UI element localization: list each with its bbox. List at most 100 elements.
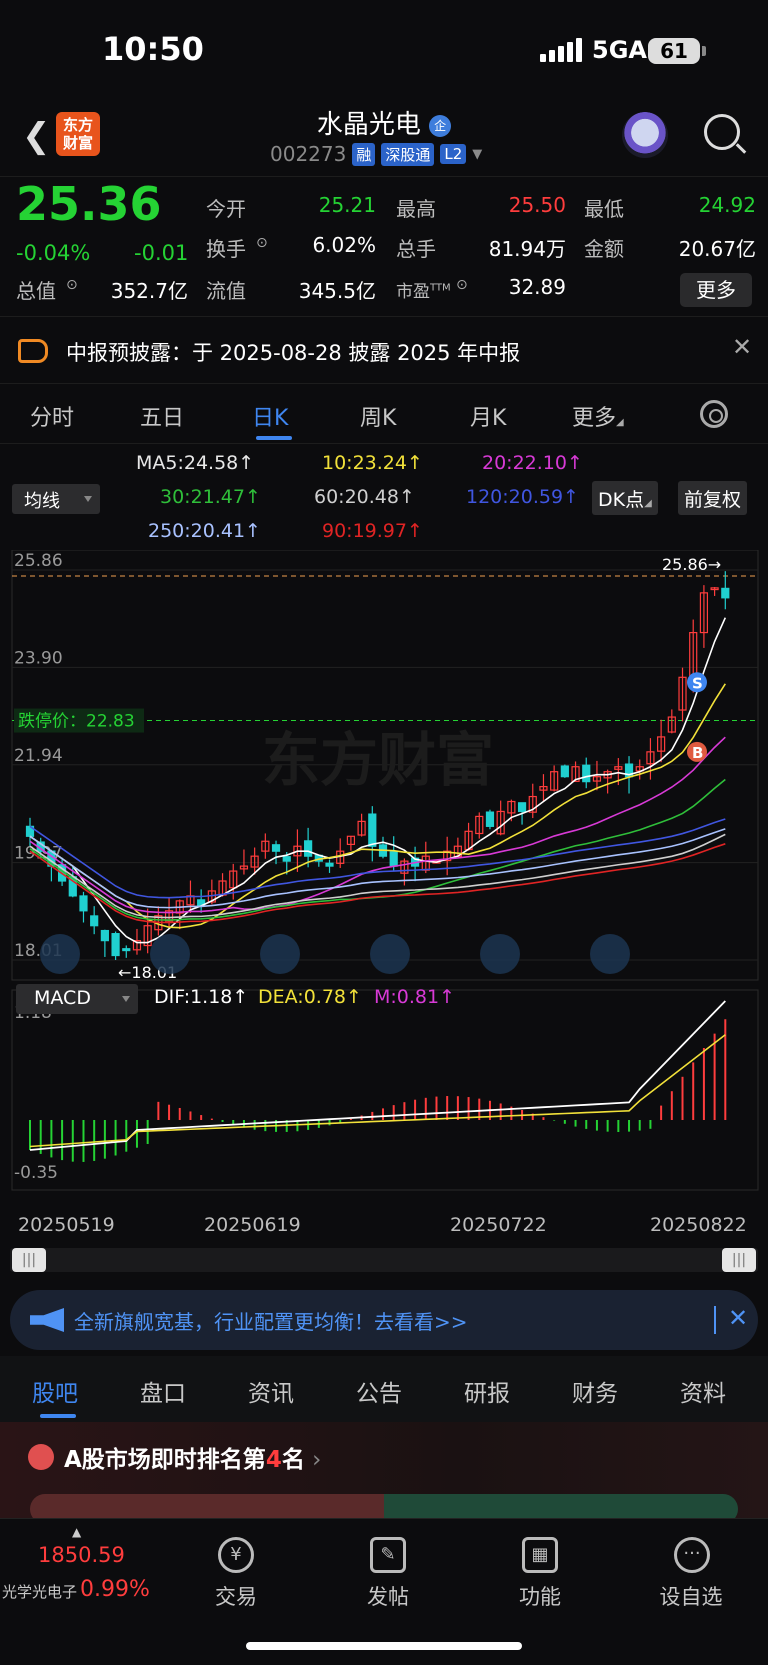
candle-body — [282, 856, 291, 862]
watermark: 东方财富 — [262, 726, 494, 794]
close-icon[interactable]: ✕ — [728, 1304, 748, 1332]
chart-control-button — [370, 934, 410, 974]
date-label: 20250822 — [650, 1214, 747, 1236]
signal-icon — [540, 38, 582, 62]
post-icon[interactable]: ✎ — [370, 1537, 406, 1573]
candle-body — [271, 844, 281, 852]
range-handle-right[interactable]: ||| — [722, 1248, 756, 1272]
assistant-robot-icon[interactable] — [622, 112, 668, 158]
tab-five-day[interactable]: 五日 — [140, 400, 184, 432]
ma-line — [29, 843, 726, 924]
macd-select[interactable]: MACD — [16, 984, 138, 1014]
tab-more[interactable]: 更多◢ — [572, 400, 624, 432]
divider — [714, 1306, 716, 1334]
change-pct: -0.04% — [16, 241, 91, 265]
info-tabs: 股吧 盘口 资讯 公告 研报 财务 资料 — [0, 1356, 768, 1422]
tab-daily-k[interactable]: 日K — [252, 400, 288, 432]
nav-post[interactable]: 发帖 — [343, 1581, 433, 1611]
trade-icon[interactable]: ¥ — [218, 1537, 254, 1573]
macd-panel-frame — [11, 989, 759, 1191]
high-label: 最高 — [396, 197, 436, 221]
ma30-label: 30:21.47↑ — [160, 486, 261, 508]
candle-body — [325, 862, 334, 867]
tag-connect: 深股通 — [381, 142, 435, 166]
range-scrollbar[interactable]: ||| ||| — [10, 1248, 758, 1272]
candle-body — [389, 851, 398, 867]
candle-body — [90, 915, 99, 927]
tab-guba[interactable]: 股吧 — [32, 1374, 78, 1408]
promo-banner[interactable]: 全新旗舰宽基，行业配置更均衡！去看看>> ✕ — [10, 1290, 758, 1350]
high-value: 25.50 — [508, 193, 566, 217]
rank-suffix: 名 — [281, 1447, 305, 1473]
index-name[interactable]: 光学光电子 — [2, 1581, 77, 1602]
open-value: 25.21 — [318, 193, 376, 217]
more-button[interactable]: 更多 — [680, 273, 752, 307]
tab-news[interactable]: 资讯 — [248, 1374, 294, 1408]
function-grid-icon[interactable]: ▦ — [522, 1537, 558, 1573]
indicator-select[interactable]: 均线 — [12, 484, 100, 514]
price-axis-label: 23.90 — [14, 648, 63, 668]
ma5-label: MA5:24.58↑ — [136, 452, 255, 474]
info-icon[interactable]: ⊙ — [66, 277, 78, 293]
rank-banner[interactable]: A股市场即时排名第4名 › — [0, 1422, 768, 1524]
ma60-label: 60:20.48↑ — [314, 486, 415, 508]
tab-monthly-k[interactable]: 月K — [470, 400, 506, 432]
max-marker: 25.86→ — [662, 555, 721, 574]
chart-control-button — [590, 934, 630, 974]
caret-icon: ◢ — [616, 417, 624, 428]
tab-profile[interactable]: 资料 — [680, 1374, 726, 1408]
chart-control-button — [40, 934, 80, 974]
volume-value: 81.94万 — [488, 237, 566, 261]
close-icon[interactable]: ✕ — [732, 333, 752, 361]
chevron-up-icon[interactable]: ▲ — [72, 1525, 81, 1539]
nav-function[interactable]: 功能 — [495, 1581, 585, 1611]
macd-select-label: MACD — [34, 987, 91, 1009]
dea-label: DEA:0.78↑ — [258, 986, 362, 1008]
chevron-right-icon: › — [304, 1447, 322, 1473]
more-dots-icon[interactable]: ··· — [674, 1537, 710, 1573]
turnover-value: 6.02% — [312, 233, 376, 257]
tab-intraday[interactable]: 分时 — [30, 400, 74, 432]
promo-text: 全新旗舰宽基，行业配置更均衡！去看看>> — [74, 1310, 468, 1334]
tab-pankou[interactable]: 盘口 — [140, 1374, 186, 1408]
active-tab-indicator — [40, 1414, 76, 1418]
dk-point-button[interactable]: DK点◢ — [592, 481, 658, 515]
notice-bar[interactable]: 中报预披露：于 2025-08-28 披露 2025 年中报 ✕ — [0, 316, 768, 384]
ma-line — [29, 818, 726, 899]
kline-chart[interactable]: 25.8623.9021.9419.9718.0125.86→跌停价：22.83… — [0, 550, 768, 1210]
adjust-button[interactable]: 前复权 — [678, 481, 748, 515]
low-label: 最低 — [584, 197, 624, 221]
float-value: 345.5亿 — [298, 279, 376, 303]
tab-weekly-k[interactable]: 周K — [360, 400, 396, 432]
active-tab-indicator — [256, 436, 292, 440]
battery-cap — [702, 46, 706, 56]
chart-control-button — [480, 934, 520, 974]
ma120-label: 120:20.59↑ — [466, 486, 579, 508]
gear-icon[interactable] — [700, 400, 728, 428]
dea-line — [29, 1034, 726, 1148]
change-amount: -0.01 — [134, 241, 189, 265]
dk-label: DK点 — [598, 489, 645, 511]
info-icon[interactable]: ⊙ — [256, 235, 268, 251]
nav-trade[interactable]: 交易 — [191, 1581, 281, 1611]
index-value[interactable]: 1850.59 — [38, 1543, 125, 1567]
chart-tabs: 分时 五日 日K 周K 月K 更多◢ — [0, 384, 768, 444]
code-row[interactable]: 002273 融 深股通 L2 ▼ — [270, 142, 482, 166]
candle-body — [304, 840, 313, 857]
stock-header: ❮ 东方财富 水晶光电 企 002273 融 深股通 L2 ▼ — [0, 100, 768, 176]
range-handle-left[interactable]: ||| — [12, 1248, 46, 1272]
tab-research[interactable]: 研报 — [464, 1374, 510, 1408]
home-indicator — [246, 1642, 522, 1650]
low-value: 24.92 — [698, 193, 756, 217]
chart-control-button — [150, 934, 190, 974]
index-pct[interactable]: 0.99% — [80, 1577, 150, 1602]
tab-finance[interactable]: 财务 — [572, 1374, 618, 1408]
stock-name: 水晶光电 — [316, 110, 421, 140]
tab-announcement[interactable]: 公告 — [356, 1374, 402, 1408]
amount-label: 金额 — [584, 237, 624, 261]
chart-control-button — [260, 934, 300, 974]
ma90-label: 90:19.97↑ — [322, 520, 423, 542]
nav-add-watchlist[interactable]: 设自选 — [646, 1581, 736, 1611]
search-icon[interactable] — [704, 114, 740, 150]
rank-text: A股市场即时排名第4名 › — [64, 1440, 321, 1474]
